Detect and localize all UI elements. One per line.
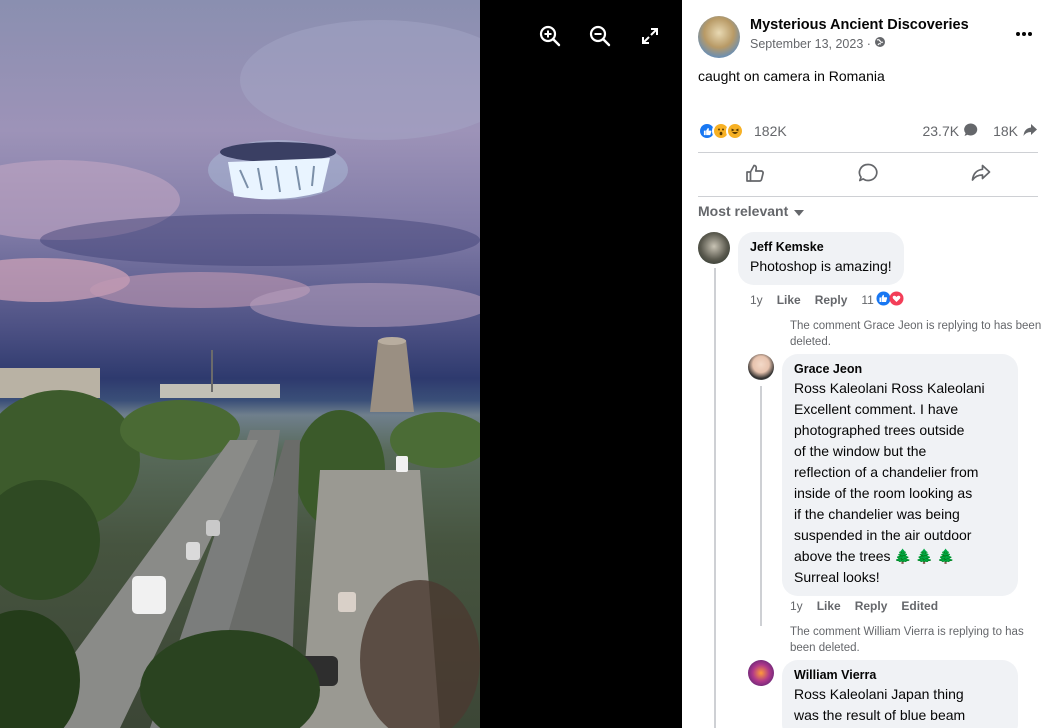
reply-link[interactable]: Reply	[855, 599, 888, 613]
post-panel: Mysterious Ancient Discoveries September…	[682, 0, 1052, 728]
reply-comment: William Vierra Ross Kaleolani Japan thin…	[748, 660, 1018, 728]
divider	[698, 196, 1038, 197]
reply-link[interactable]: Reply	[815, 293, 848, 307]
comments-stat[interactable]: 23.7K	[922, 122, 979, 141]
comments-count: 23.7K	[922, 123, 960, 139]
comment-reactions[interactable]: 11	[861, 291, 904, 309]
reaction-count: 11	[861, 293, 874, 307]
comment-bubble: William Vierra Ross Kaleolani Japan thin…	[782, 660, 1018, 728]
sort-label: Most relevant	[698, 203, 789, 219]
post-caption: caught on camera in Romania	[698, 68, 885, 84]
deleted-comment-note: The comment Grace Jeon is replying to ha…	[790, 320, 1042, 348]
facebook-photo-viewer: Mysterious Ancient Discoveries September…	[0, 0, 1052, 728]
zoom-out-icon[interactable]	[586, 22, 614, 50]
more-options-icon[interactable]	[1014, 26, 1034, 36]
page-name[interactable]: Mysterious Ancient Discoveries	[750, 17, 969, 33]
reply-comment: Grace Jeon Ross Kaleolani Ross Kaleolani…	[748, 354, 1018, 596]
like-link[interactable]: Like	[817, 599, 841, 613]
avatar[interactable]	[698, 232, 730, 264]
comment-text: Photoshop is amazing!	[750, 258, 892, 274]
comment-bubble: Grace Jeon Ross Kaleolani Ross Kaleolani…	[782, 354, 1018, 596]
comment-text: Ross Kaleolani Ross Kaleolani Excellent …	[794, 380, 985, 585]
expand-icon[interactable]	[636, 22, 664, 50]
like-link[interactable]: Like	[777, 293, 801, 307]
reactions-count[interactable]: 182K	[754, 123, 787, 139]
reply-actions: 1y Like Reply Edited	[790, 599, 938, 613]
comment-age[interactable]: 1y	[750, 293, 763, 307]
comment-bubble-icon	[963, 122, 979, 141]
commenter-name[interactable]: Jeff Kemske	[750, 240, 892, 254]
comment: Jeff Kemske Photoshop is amazing!	[698, 232, 904, 285]
comment-icon	[857, 162, 879, 189]
commenter-name[interactable]: William Vierra	[794, 668, 1006, 682]
like-icon	[744, 162, 766, 189]
comment-button[interactable]	[811, 157, 924, 193]
ufo-photo[interactable]	[0, 0, 480, 728]
post-actions	[698, 157, 1038, 193]
share-arrow-icon	[1022, 122, 1038, 141]
comment-bubble: Jeff Kemske Photoshop is amazing!	[738, 232, 904, 285]
post-stats: 182K 23.7K 18K	[698, 120, 1038, 142]
post-date-row: September 13, 2023 ·	[750, 36, 969, 51]
shares-stat[interactable]: 18K	[993, 122, 1038, 141]
deleted-comment-note: The comment William Vierra is replying t…	[790, 626, 1024, 654]
comment-text: Ross Kaleolani Japan thing was the resul…	[794, 686, 966, 723]
avatar[interactable]	[748, 660, 774, 686]
like-button[interactable]	[698, 157, 811, 193]
zoom-in-icon[interactable]	[536, 22, 564, 50]
haha-reaction-icon	[726, 122, 744, 140]
caret-down-icon	[794, 203, 805, 219]
share-button[interactable]	[925, 157, 1038, 193]
photo-viewer	[0, 0, 682, 728]
sort-comments-dropdown[interactable]: Most relevant	[698, 203, 805, 219]
thread-line	[714, 268, 716, 728]
post-header: Mysterious Ancient Discoveries September…	[698, 16, 969, 58]
comment-age[interactable]: 1y	[790, 599, 803, 613]
love-reaction-icon	[889, 291, 904, 309]
divider	[698, 152, 1038, 153]
post-date[interactable]: September 13, 2023 ·	[750, 37, 871, 51]
page-avatar[interactable]	[698, 16, 740, 58]
comment-actions: 1y Like Reply 11	[750, 291, 904, 309]
reaction-icons[interactable]	[698, 122, 744, 140]
avatar[interactable]	[748, 354, 774, 380]
share-icon	[970, 162, 992, 189]
commenter-name[interactable]: Grace Jeon	[794, 362, 1006, 376]
photo-scene	[0, 20, 480, 728]
edited-label: Edited	[901, 599, 939, 613]
globe-icon	[874, 36, 886, 51]
shares-count: 18K	[993, 123, 1018, 139]
viewer-toolbar	[536, 22, 664, 50]
